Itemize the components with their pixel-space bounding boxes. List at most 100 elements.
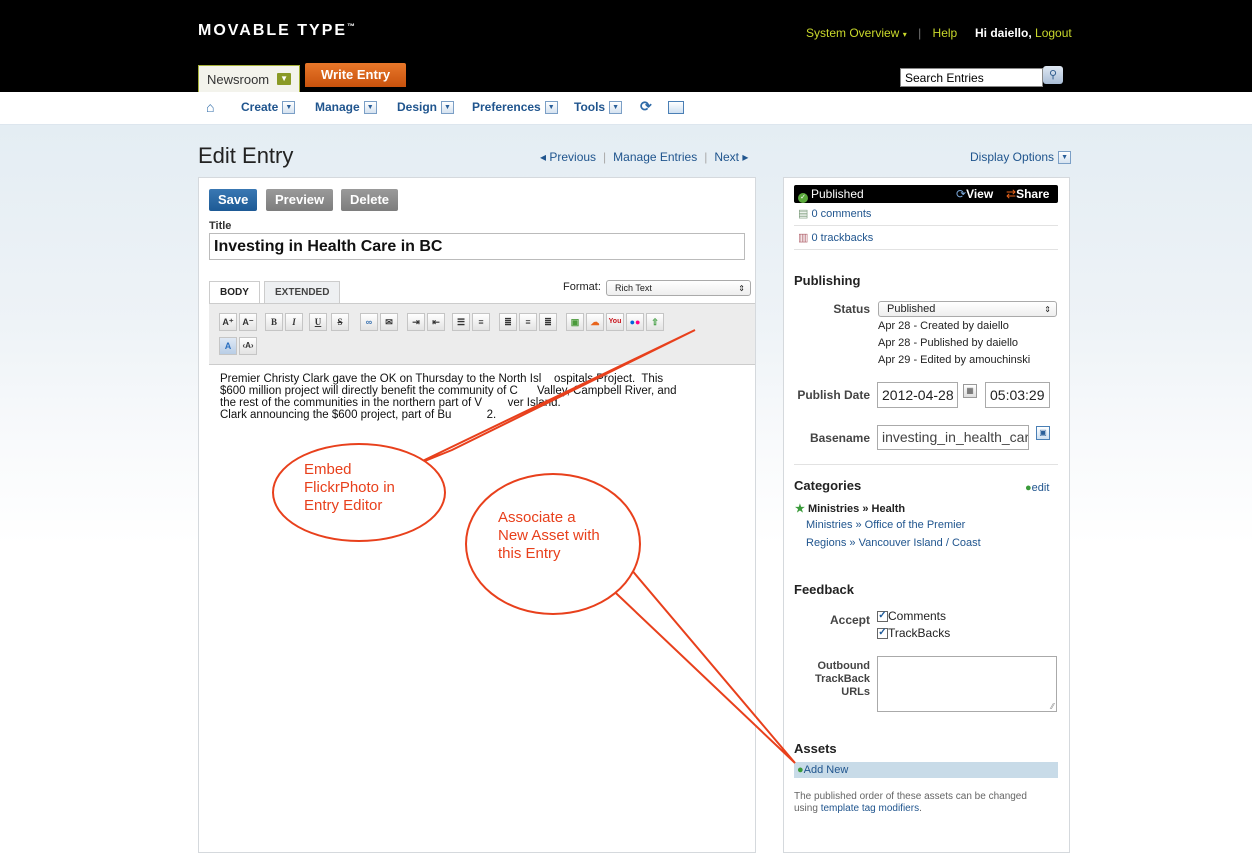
- previous-link[interactable]: ◂ Previous: [540, 150, 596, 164]
- chevron-down-icon: ▼: [441, 100, 455, 114]
- publish-time-input[interactable]: 05:03:29: [985, 382, 1050, 408]
- history-item: Apr 28 - Created by daiello: [878, 320, 1009, 332]
- status-label: Status: [833, 302, 870, 316]
- editor-toolbar: A⁺ A⁻ B I U S ∞ ✉ ⇥ ⇤ ☰ ≡ ≣ ≡ ≣ ▣ ☁ You …: [209, 303, 755, 365]
- nav-manage[interactable]: Manage ▼: [315, 100, 377, 114]
- movable-type-logo[interactable]: MOVABLE TYPE™: [198, 22, 355, 40]
- divider: [794, 225, 1058, 226]
- bullet-list-icon[interactable]: ☰: [452, 313, 470, 331]
- next-link[interactable]: Next ▸: [714, 150, 748, 164]
- font-size-increase-icon[interactable]: A⁺: [219, 313, 237, 331]
- font-size-decrease-icon[interactable]: A⁻: [239, 313, 257, 331]
- youtube-icon[interactable]: You: [606, 313, 624, 331]
- status-value: Published: [887, 303, 936, 315]
- format-select[interactable]: Rich Text ⇕: [606, 280, 751, 296]
- tab-extended[interactable]: EXTENDED: [264, 281, 341, 304]
- insert-image-icon[interactable]: ▣: [566, 313, 584, 331]
- category-item[interactable]: Ministries » Office of the Premier: [806, 519, 965, 531]
- nav-preferences[interactable]: Preferences ▼: [472, 100, 558, 114]
- title-label: Title: [209, 220, 232, 232]
- help-link[interactable]: Help: [933, 26, 958, 40]
- publish-date-label: Publish Date: [797, 388, 870, 402]
- select-arrows-icon: ⇕: [738, 284, 745, 293]
- logout-link[interactable]: Logout: [1035, 26, 1072, 40]
- numbered-list-icon[interactable]: ≡: [472, 313, 490, 331]
- history-item: Apr 28 - Published by daiello: [878, 337, 1019, 349]
- delete-button[interactable]: Delete: [341, 189, 399, 211]
- categories-heading: Categories: [794, 478, 862, 493]
- write-entry-button[interactable]: Write Entry: [305, 63, 407, 87]
- chevron-down-icon[interactable]: ▾: [903, 30, 907, 39]
- nav-tools[interactable]: Tools ▼: [574, 100, 623, 114]
- view-site-icon[interactable]: [668, 101, 684, 114]
- assets-heading: Assets: [794, 741, 837, 756]
- publish-date-input[interactable]: 2012-04-28: [877, 382, 958, 408]
- add-new-asset-button[interactable]: ●Add New: [794, 762, 1058, 778]
- lock-icon[interactable]: ▣: [1036, 426, 1050, 440]
- calendar-icon[interactable]: ▦: [963, 384, 977, 398]
- html-mode-icon[interactable]: ‹A›: [239, 337, 257, 355]
- soundcloud-icon[interactable]: ☁: [586, 313, 604, 331]
- resize-handle-icon[interactable]: ⁄⁄: [1051, 702, 1054, 711]
- chevron-down-icon: ▼: [363, 100, 377, 114]
- strikethrough-icon[interactable]: S: [331, 313, 349, 331]
- template-tag-modifiers-link[interactable]: template tag modifiers: [821, 803, 919, 814]
- system-overview-link[interactable]: System Overview: [806, 26, 899, 40]
- basename-label: Basename: [809, 431, 870, 445]
- category-item[interactable]: Regions » Vancouver Island / Coast: [806, 537, 981, 549]
- comment-icon: ▤: [798, 208, 809, 220]
- manage-entries-link[interactable]: Manage Entries: [613, 150, 697, 164]
- text-color-icon[interactable]: A: [219, 337, 237, 355]
- basename-input[interactable]: investing_in_health_care: [877, 425, 1029, 450]
- blog-selector-tab[interactable]: Newsroom ▼: [198, 65, 301, 92]
- main-nav-bar: [0, 92, 1252, 125]
- display-options-link[interactable]: Display Options ▼: [970, 150, 1072, 164]
- feedback-heading: Feedback: [794, 582, 854, 597]
- nav-design[interactable]: Design ▼: [397, 100, 455, 114]
- plus-icon: ●: [1025, 482, 1032, 494]
- email-icon[interactable]: ✉: [380, 313, 398, 331]
- status-select[interactable]: Published ⇕: [878, 301, 1057, 317]
- comments-link[interactable]: ▤ 0 comments: [798, 207, 871, 220]
- search-icon[interactable]: ⚲: [1043, 66, 1063, 84]
- display-options-label: Display Options: [970, 150, 1055, 164]
- underline-icon[interactable]: U: [309, 313, 327, 331]
- nav-create[interactable]: Create ▼: [241, 100, 296, 114]
- align-center-icon[interactable]: ≡: [519, 313, 537, 331]
- insert-asset-icon[interactable]: ⇧: [646, 313, 664, 331]
- chevron-down-icon: ▼: [1058, 150, 1072, 164]
- star-icon: ★: [795, 503, 805, 515]
- publishing-heading: Publishing: [794, 273, 861, 288]
- italic-icon[interactable]: I: [285, 313, 303, 331]
- outbound-trackback-textarea[interactable]: ⁄⁄: [877, 656, 1057, 712]
- align-right-icon[interactable]: ≣: [539, 313, 557, 331]
- entry-body-editor[interactable]: Premier Christy Clark gave the OK on Thu…: [220, 373, 740, 421]
- home-icon[interactable]: ⌂: [206, 99, 214, 115]
- categories-edit-link[interactable]: ●edit: [1025, 482, 1049, 494]
- save-button[interactable]: Save: [209, 189, 258, 211]
- view-icon: ⟳: [956, 187, 967, 201]
- refresh-icon[interactable]: ⟳: [640, 98, 652, 115]
- view-link[interactable]: ⟳View: [956, 185, 993, 203]
- link-icon[interactable]: ∞: [360, 313, 378, 331]
- align-left-icon[interactable]: ≣: [499, 313, 517, 331]
- check-icon: ✓: [798, 193, 808, 203]
- status-bar: ✓ Published ⟳View ⇄Share: [794, 185, 1058, 203]
- chevron-down-icon: ▼: [282, 100, 296, 114]
- chevron-down-icon[interactable]: ▼: [277, 73, 292, 85]
- chevron-down-icon: ▼: [544, 100, 558, 114]
- accept-comments-checkbox[interactable]: ✓Comments: [877, 609, 946, 623]
- preview-button[interactable]: Preview: [266, 189, 334, 211]
- page-title: Edit Entry: [198, 143, 294, 168]
- tab-body[interactable]: BODY: [209, 281, 260, 304]
- title-input[interactable]: Investing in Health Care in BC: [209, 233, 745, 260]
- indent-icon[interactable]: ⇥: [407, 313, 425, 331]
- share-link[interactable]: ⇄Share: [1006, 185, 1049, 203]
- search-input[interactable]: Search Entries: [900, 68, 1043, 87]
- bold-icon[interactable]: B: [265, 313, 283, 331]
- outbound-trackback-label: Outbound TrackBack URLs: [814, 660, 870, 698]
- outdent-icon[interactable]: ⇤: [427, 313, 445, 331]
- accept-trackbacks-checkbox[interactable]: ✓TrackBacks: [877, 626, 950, 640]
- flickr-icon[interactable]: ●●: [626, 313, 644, 331]
- trackbacks-link[interactable]: ▥ 0 trackbacks: [798, 231, 873, 244]
